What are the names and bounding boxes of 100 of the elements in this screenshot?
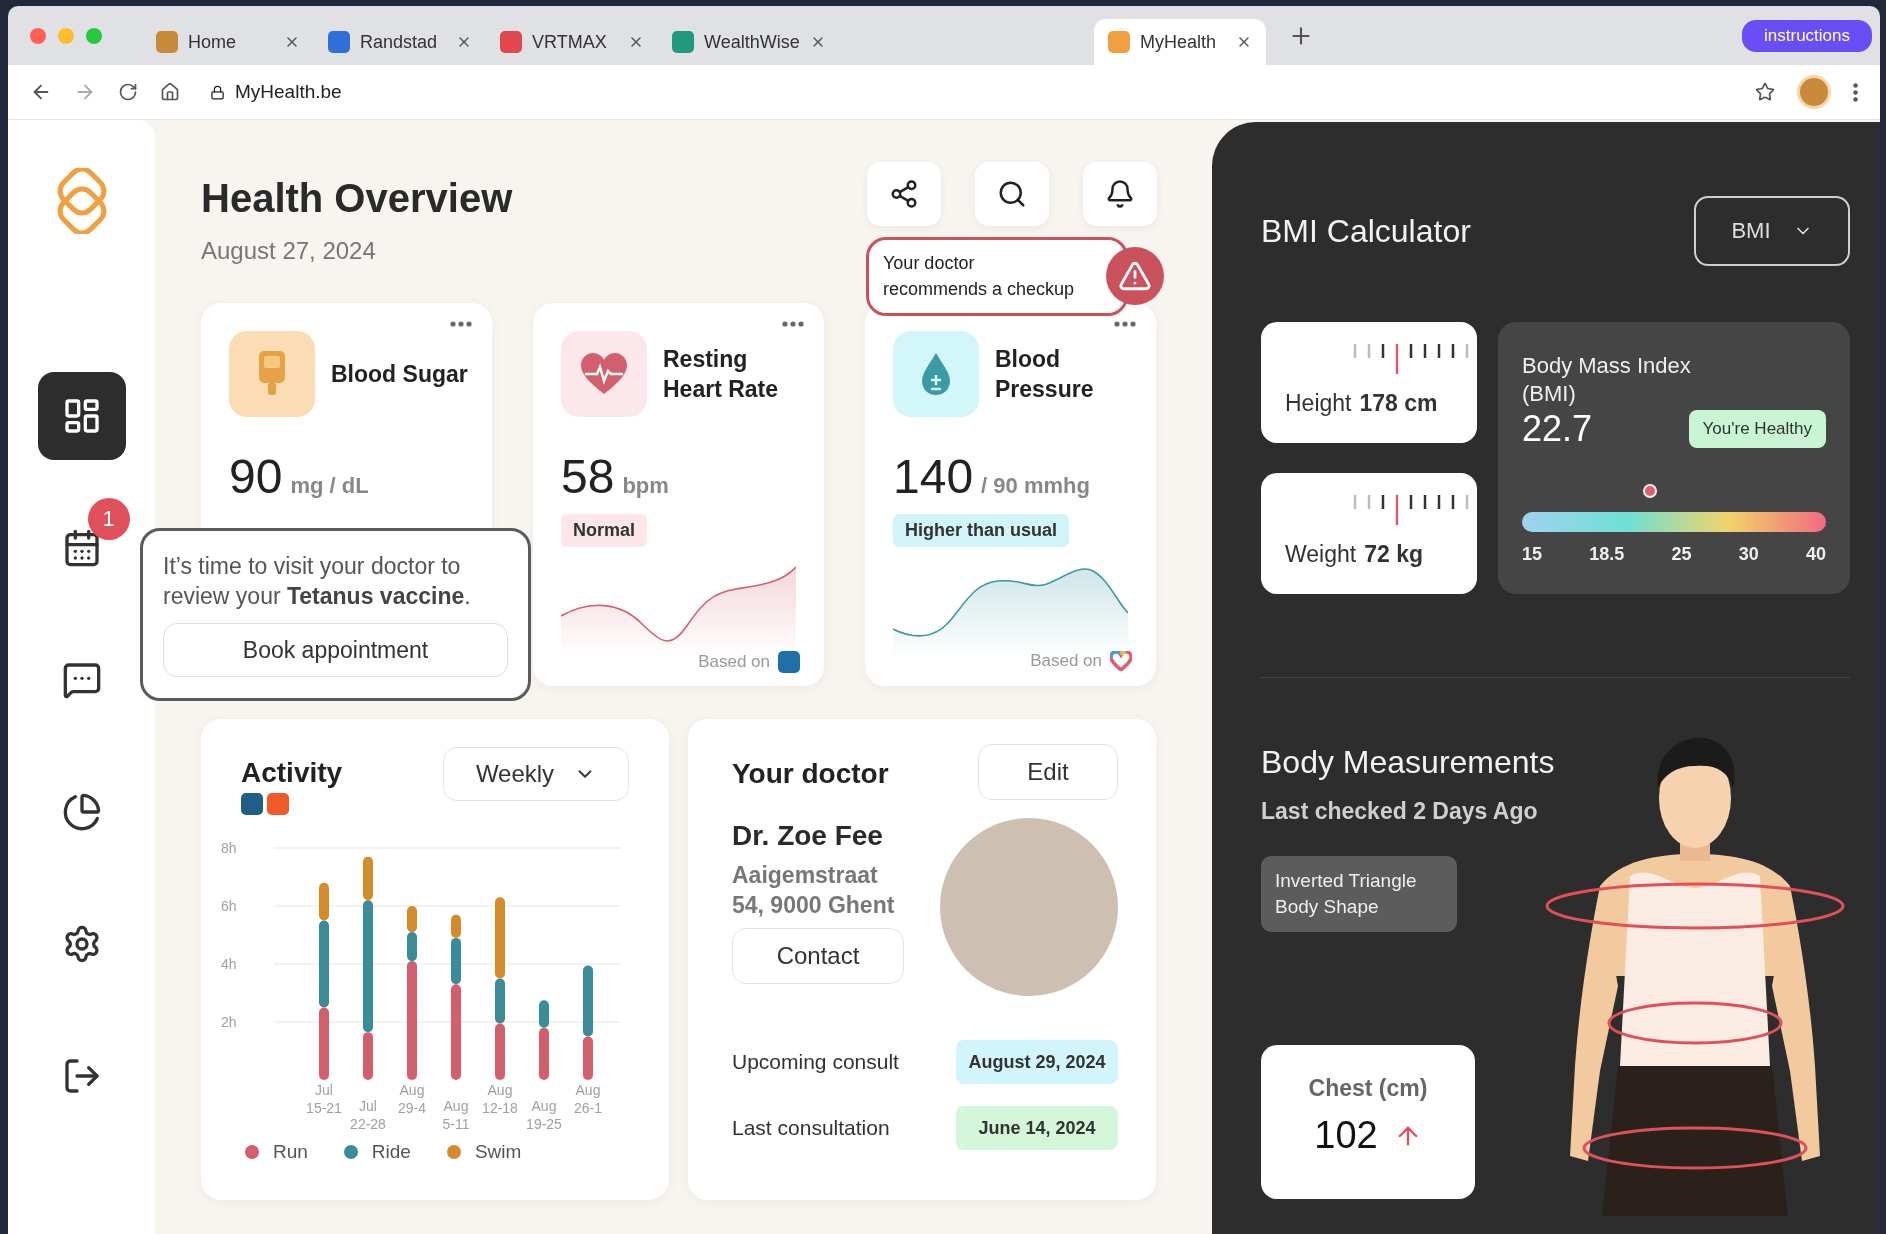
browser-tab[interactable]: VRTMAX: [486, 19, 658, 65]
metric-value: 58: [561, 449, 615, 504]
share-button[interactable]: [867, 162, 941, 226]
metric-value: 140: [893, 449, 974, 504]
more-options-button[interactable]: [450, 321, 472, 327]
axis-label: 2h: [221, 1014, 237, 1030]
app-icon: [267, 793, 289, 815]
measurement-label: Weight: [1285, 541, 1357, 568]
more-icon: [1114, 321, 1136, 327]
metric-dropdown[interactable]: BMI: [1694, 196, 1850, 266]
source-text: Based on: [1030, 651, 1102, 671]
reload-icon: [118, 82, 138, 102]
axis-label: Aug 29-4: [398, 1082, 426, 1116]
star-icon: [1755, 82, 1775, 102]
notifications-button[interactable]: [1083, 162, 1157, 226]
period-dropdown[interactable]: Weekly: [443, 747, 629, 801]
share-icon: [889, 179, 919, 209]
measurement-label: Height: [1285, 390, 1352, 417]
date-pill: August 29, 2024: [956, 1040, 1118, 1084]
axis-label: Aug 12-18: [482, 1082, 518, 1116]
pie-chart-icon: [61, 792, 102, 832]
notification-badge: 1: [87, 498, 130, 540]
axis-label: Jul 15-21: [306, 1082, 342, 1116]
measurement-value: 102: [1314, 1114, 1378, 1157]
tab-title: Home: [188, 31, 237, 53]
reminder-text: It’s time to visit your doctor to review your Tetanus vaccine.: [163, 552, 472, 611]
axis-label: Aug 19-25: [526, 1098, 562, 1132]
tab-title: WealthWise: [704, 31, 800, 53]
last-checked-text: Last checked 2 Days Ago: [1261, 797, 1538, 826]
metric-unit: bpm: [622, 473, 669, 499]
home-button[interactable]: [160, 82, 180, 102]
axis-label: 8h: [221, 840, 237, 856]
heart-icon: [1110, 651, 1132, 671]
scale-label: 30: [1738, 544, 1759, 565]
status-tag: Higher than usual: [893, 514, 1069, 547]
scale-label: 15: [1522, 544, 1543, 565]
measurement-value: 178 cm: [1359, 390, 1438, 417]
section-title: Body Measurements: [1261, 743, 1555, 782]
more-icon: [782, 321, 804, 327]
bookmark-star-button[interactable]: [1755, 82, 1775, 102]
bmi-label: Body Mass Index (BMI): [1522, 352, 1692, 408]
browser-tab[interactable]: Home: [142, 19, 314, 65]
doctor-address: Aaigemstraat 54, 9000 Ghent: [732, 861, 896, 920]
metric-unit: / 90 mmhg: [981, 473, 1090, 499]
tab-title: VRTMAX: [532, 31, 608, 53]
heart-icon: [579, 352, 629, 396]
date-pill: June 14, 2024: [956, 1106, 1118, 1150]
url-text: MyHealth.be: [235, 81, 342, 103]
search-button[interactable]: [975, 162, 1049, 226]
app-icon: [778, 651, 800, 673]
book-appointment-button[interactable]: Book appointment: [163, 623, 508, 677]
metric-title: Blood Pressure: [995, 345, 1095, 404]
metric-unit: mg / dL: [290, 473, 369, 499]
browser-tab[interactable]: Randstad: [314, 19, 486, 65]
edit-button[interactable]: Edit: [978, 744, 1118, 800]
axis-label: Aug 5-11: [442, 1098, 470, 1132]
scale-label: 18.5: [1589, 544, 1625, 565]
bmi-value: 22.7: [1522, 408, 1593, 450]
metric-title: Resting Heart Rate: [663, 345, 780, 404]
body-shape-tag: Inverted Triangle Body Shape: [1261, 856, 1457, 932]
status-tag: Normal: [561, 514, 647, 547]
browser-menu-button[interactable]: [1853, 82, 1858, 102]
warning-triangle-icon: [1118, 259, 1152, 293]
browser-tab[interactable]: MyHealth: [1094, 19, 1266, 65]
bar-segment: [495, 1023, 505, 1080]
axis-label: Jul 22-28: [350, 1098, 386, 1132]
tab-title: Randstad: [360, 31, 439, 53]
profile-avatar[interactable]: [1797, 75, 1831, 109]
scale-label: 40: [1805, 544, 1826, 565]
tab-title: MyHealth: [1140, 31, 1218, 53]
bell-icon: [1105, 179, 1135, 209]
legend-label: Ride: [371, 1141, 411, 1163]
consult-label: Last consultation: [732, 1116, 890, 1140]
contact-button[interactable]: Contact: [732, 928, 904, 984]
reload-button[interactable]: [118, 82, 138, 102]
checkup-alert: Your doctor recommends a checkup: [866, 237, 1128, 316]
source-text: Based on: [698, 652, 770, 672]
date-text: August 27, 2024: [201, 237, 377, 265]
axis-label: Aug 26-1: [574, 1082, 602, 1116]
axis-label: 6h: [221, 898, 237, 914]
more-options-button[interactable]: [782, 321, 804, 327]
more-options-button[interactable]: [1114, 321, 1136, 327]
status-tag: You're Healthy: [1688, 410, 1826, 448]
scale-label: 25: [1671, 544, 1692, 565]
section-title: BMI Calculator: [1261, 212, 1471, 250]
lock-icon: [210, 84, 225, 100]
search-icon: [997, 179, 1027, 209]
measurement-label: Chest (cm): [1308, 1075, 1428, 1102]
doctor-name: Dr. Zoe Fee: [732, 820, 884, 852]
sidebar-item[interactable]: [37, 372, 126, 460]
drop-icon: [919, 351, 953, 397]
home-icon: [160, 82, 180, 102]
metric-title: Blood Sugar: [331, 360, 469, 389]
more-icon: [450, 321, 472, 327]
browser-tab[interactable]: WealthWise: [658, 19, 830, 65]
page-title: Health Overview: [201, 176, 513, 221]
bar-segment: [407, 906, 417, 933]
legend-label: Run: [273, 1141, 308, 1163]
instructions-button[interactable]: instructions: [1742, 19, 1872, 52]
metric-value: 90: [229, 449, 283, 504]
